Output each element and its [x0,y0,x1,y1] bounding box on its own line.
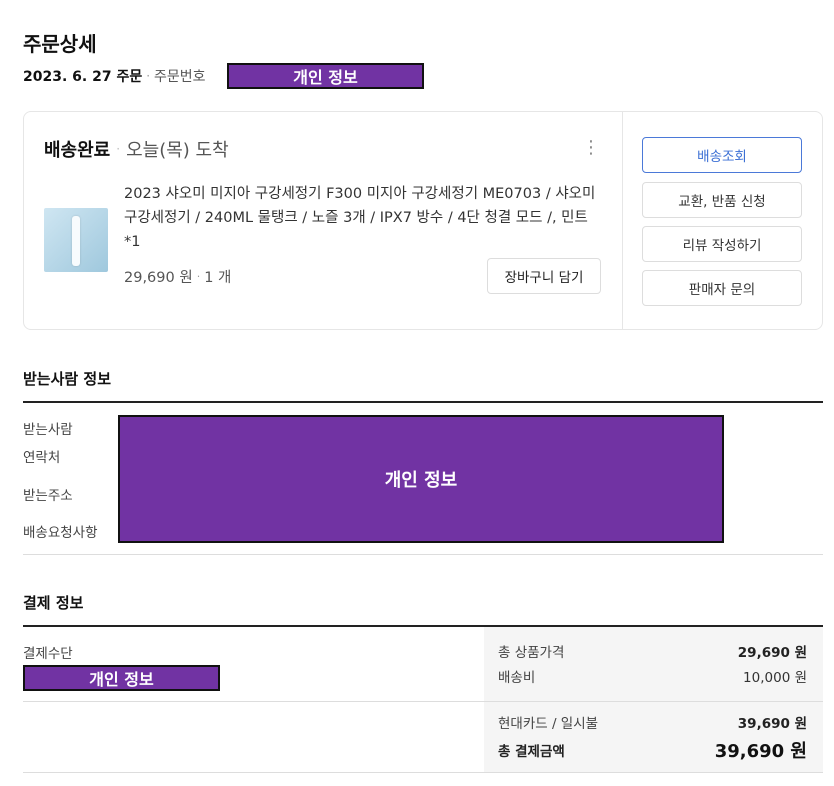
page-title: 주문상세 [23,32,97,56]
exchange-return-button[interactable]: 교환, 반품 신청 [642,182,802,218]
total-product-price-row: 총 상품가격 29,690 원 [498,641,807,661]
product-thumbnail[interactable] [44,208,108,272]
separator-dot: · [116,142,121,156]
more-options-icon[interactable]: ⋮ [582,138,600,158]
contact-seller-button[interactable]: 판매자 문의 [642,270,802,306]
section-divider [23,554,823,555]
shipping-fee-row: 배송비 10,000 원 [498,666,807,686]
total-payment-value: 39,690 원 [714,741,807,762]
recipient-phone-label: 연락처 [23,450,61,466]
order-number-redaction: 개인 정보 [227,63,424,89]
recipient-info-redaction: 개인 정보 [118,415,724,543]
product-image-shape [72,216,80,266]
order-card: 배송완료 · 오늘(목) 도착 ⋮ 2023 샤오미 미지아 구강세정기 F30… [23,111,823,330]
order-number-label: 주문번호 [154,69,206,85]
total-payment-label: 총 결제금액 [498,744,565,760]
shipping-fee-value: 10,000 원 [743,670,807,686]
shipping-fee-label: 배송비 [498,670,536,686]
section-divider [23,401,823,403]
product-quantity: 1 개 [204,270,232,286]
total-product-price-value: 29,690 원 [737,645,807,661]
product-price-qty: 29,690 원 · 1 개 [124,266,231,287]
payment-method-label: 결제수단 [23,646,73,662]
card-payment-value: 39,690 원 [737,716,807,732]
total-payment-row: 총 결제금액 39,690 원 [498,737,807,763]
section-divider [23,772,823,773]
recipient-address-label: 받는주소 [23,488,73,504]
payment-method-redaction: 개인 정보 [23,665,220,691]
order-item-section: 배송완료 · 오늘(목) 도착 ⋮ 2023 샤오미 미지아 구강세정기 F30… [24,112,622,329]
separator-dot: · [146,69,151,83]
delivery-status: 배송완료 · 오늘(목) 도착 [44,136,229,162]
track-delivery-button[interactable]: 배송조회 [642,137,802,173]
recipient-name-label: 받는사람 [23,422,73,438]
arrival-text: 오늘(목) 도착 [126,140,229,161]
order-date: 2023. 6. 27 주문 [23,69,143,85]
add-to-cart-button[interactable]: 장바구니 담기 [487,258,601,294]
total-product-price-label: 총 상품가격 [498,645,565,661]
product-name[interactable]: 2023 샤오미 미지아 구강세정기 F300 미지아 구강세정기 ME0703… [124,182,604,254]
separator-dot: · [196,270,201,283]
product-price: 29,690 원 [124,270,193,286]
order-meta: 2023. 6. 27 주문 · 주문번호 [23,64,206,88]
card-payment-label: 현대카드 / 일시불 [498,716,599,732]
write-review-button[interactable]: 리뷰 작성하기 [642,226,802,262]
card-payment-row: 현대카드 / 일시불 39,690 원 [498,712,807,732]
recipient-section-title: 받는사람 정보 [23,370,112,388]
payment-row-divider [23,701,823,702]
card-divider [622,112,623,329]
delivery-status-label: 배송완료 [44,140,111,161]
delivery-request-label: 배송요청사항 [23,525,98,541]
payment-summary-panel: 총 상품가격 29,690 원 배송비 10,000 원 현대카드 / 일시불 … [484,627,823,772]
payment-section-title: 결제 정보 [23,594,84,612]
